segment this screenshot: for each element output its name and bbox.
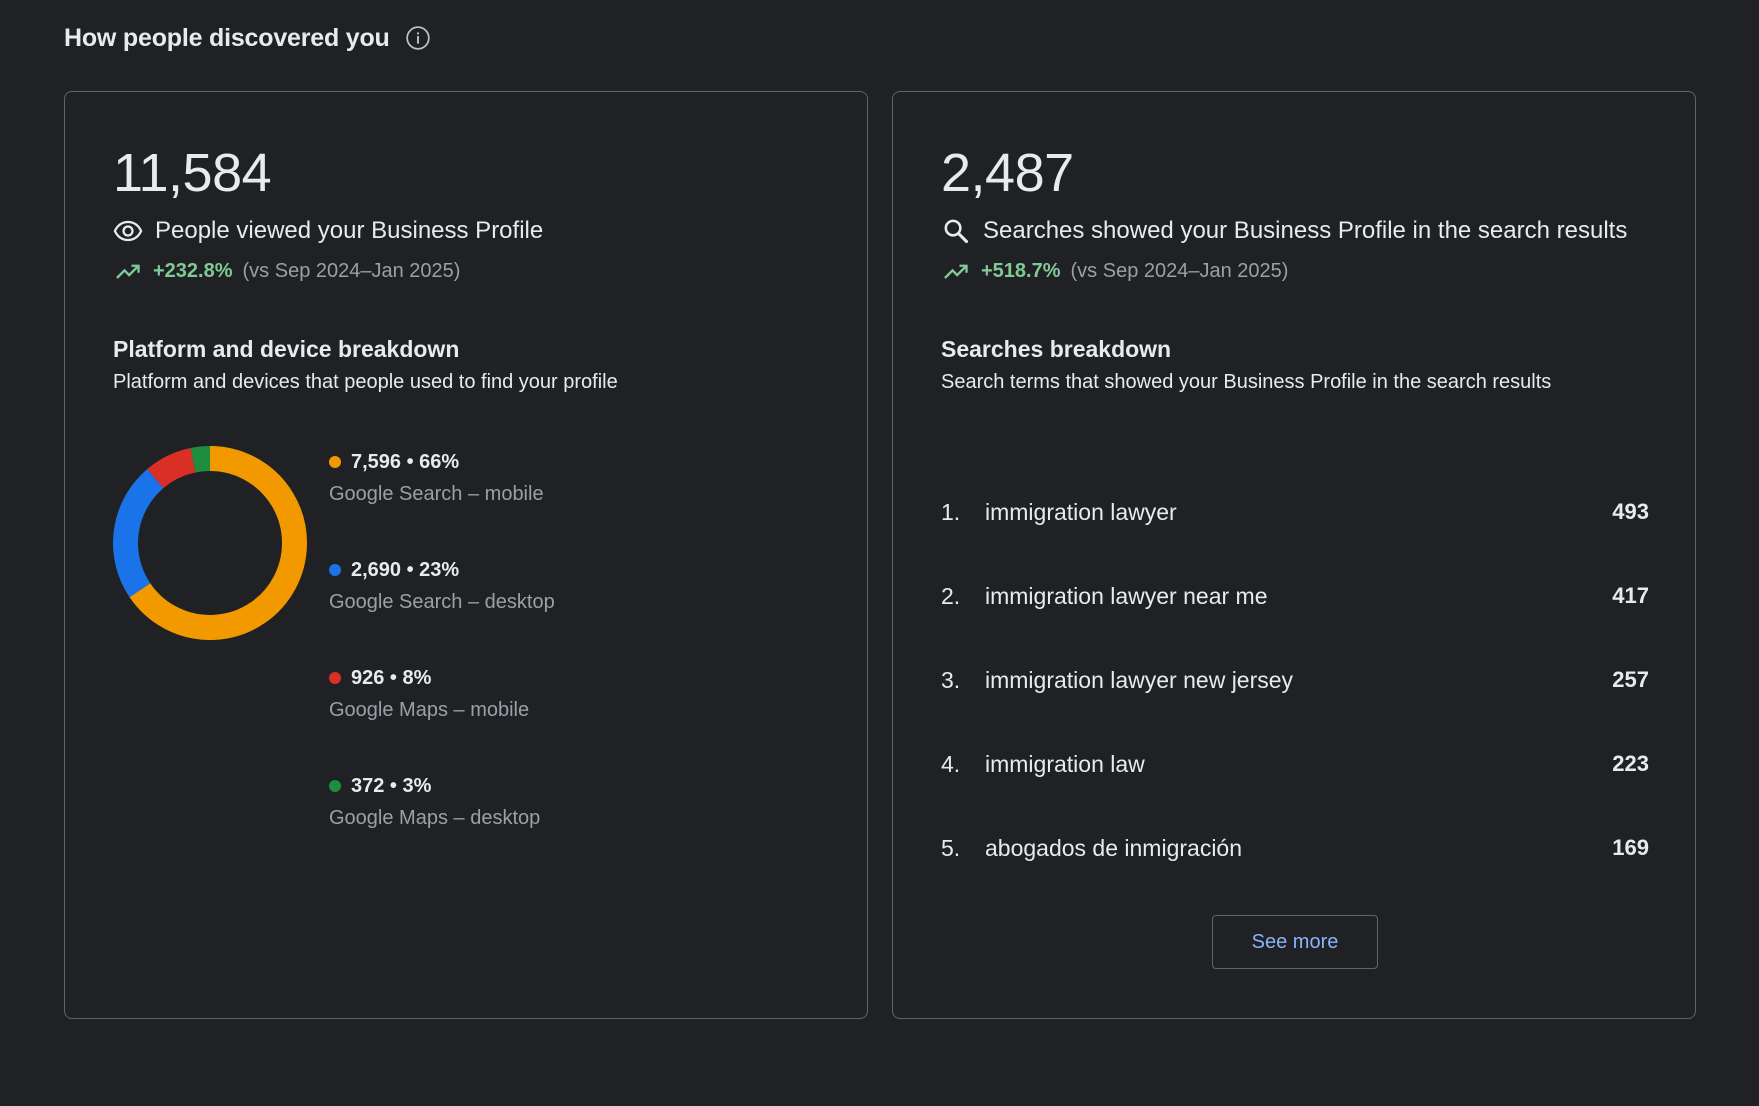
legend-dot (329, 456, 341, 468)
views-trend: +232.8% (vs Sep 2024–Jan 2025) (113, 254, 460, 288)
slice-search-desktop (113, 469, 164, 598)
legend-value: 2,690 • 23% (351, 558, 460, 581)
platform-donut-chart (113, 446, 307, 640)
slice-maps-mobile (147, 447, 197, 489)
legend-value: 372 • 3% (351, 774, 432, 797)
search-count: 223 (1612, 751, 1649, 776)
legend-item-maps-desktop: 372 • 3% Google Maps – desktop (329, 771, 729, 879)
views-label: People viewed your Business Profile (155, 217, 544, 244)
search-term: immigration law (985, 750, 1145, 777)
performance-page: How people discovered you 11,584 People … (0, 0, 1759, 1106)
search-rank: 5. (941, 834, 961, 861)
views-total: 11,584 (113, 143, 272, 203)
search-rank: 3. (941, 666, 961, 693)
search-term: immigration lawyer new jersey (985, 666, 1294, 693)
views-trend-value: +232.8% (153, 259, 233, 282)
profile-views-card: 11,584 People viewed your Business Profi… (64, 91, 868, 1019)
searches-card: 2,487 Searches showed your Business Prof… (892, 91, 1696, 1019)
list-item: 1. immigration lawyer 493 (941, 470, 1649, 554)
section-header: How people discovered you (64, 20, 432, 56)
search-rank: 1. (941, 498, 961, 525)
legend-dot (329, 672, 341, 684)
legend-item-search-mobile: 7,596 • 66% Google Search – mobile (329, 447, 729, 555)
eye-icon (113, 216, 143, 246)
see-more-button[interactable]: See more (1212, 915, 1378, 969)
searches-trend-compare: (vs Sep 2024–Jan 2025) (1070, 259, 1289, 282)
platform-legend: 7,596 • 66% Google Search – mobile 2,690… (329, 447, 729, 879)
legend-dot (329, 780, 341, 792)
search-term: abogados de inmigración (985, 834, 1243, 861)
search-count: 169 (1612, 835, 1649, 860)
trending-up-icon (113, 256, 143, 286)
legend-label: Google Search – mobile (329, 483, 544, 505)
search-term: immigration lawyer near me (985, 582, 1268, 609)
searches-breakdown-title: Searches breakdown (941, 336, 1172, 362)
search-rank: 2. (941, 582, 961, 609)
legend-dot (329, 564, 341, 576)
legend-item-maps-mobile: 926 • 8% Google Maps – mobile (329, 663, 729, 771)
legend-label: Google Maps – desktop (329, 807, 541, 829)
legend-label: Google Search – desktop (329, 591, 555, 613)
list-item: 2. immigration lawyer near me 417 (941, 554, 1649, 638)
searches-metric: Searches showed your Business Profile in… (941, 214, 1627, 248)
searches-trend-value: +518.7% (981, 259, 1061, 282)
platform-breakdown-title: Platform and device breakdown (113, 336, 460, 362)
search-count: 493 (1612, 499, 1649, 524)
slice-maps-desktop (190, 446, 211, 473)
legend-value: 7,596 • 66% (351, 450, 460, 473)
list-item: 3. immigration lawyer new jersey 257 (941, 638, 1649, 722)
legend-item-search-desktop: 2,690 • 23% Google Search – desktop (329, 555, 729, 663)
searches-label: Searches showed your Business Profile in… (983, 217, 1628, 244)
list-item: 5. abogados de inmigración 169 (941, 806, 1649, 890)
search-count: 417 (1612, 583, 1649, 608)
views-metric: People viewed your Business Profile (113, 214, 543, 248)
legend-value: 926 • 8% (351, 666, 432, 689)
search-count: 257 (1612, 667, 1649, 692)
views-trend-compare: (vs Sep 2024–Jan 2025) (242, 259, 461, 282)
search-term: immigration lawyer (985, 498, 1177, 525)
searches-breakdown-desc: Search terms that showed your Business P… (941, 371, 1552, 393)
search-icon (941, 216, 971, 246)
search-terms-list: 1. immigration lawyer 493 2. immigration… (941, 470, 1649, 890)
searches-trend: +518.7% (vs Sep 2024–Jan 2025) (941, 254, 1288, 288)
info-icon[interactable] (404, 24, 432, 52)
legend-label: Google Maps – mobile (329, 699, 530, 721)
platform-breakdown-desc: Platform and devices that people used to… (113, 371, 618, 393)
section-title: How people discovered you (64, 23, 390, 52)
searches-total: 2,487 (941, 143, 1074, 203)
trending-up-icon (941, 256, 971, 286)
search-rank: 4. (941, 750, 961, 777)
list-item: 4. immigration law 223 (941, 722, 1649, 806)
